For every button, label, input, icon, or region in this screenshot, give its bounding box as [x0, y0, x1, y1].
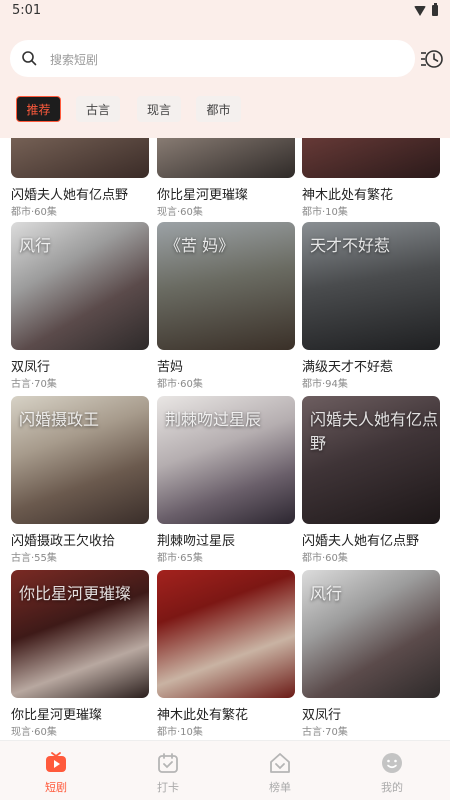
tab-recommend[interactable]: 推荐 — [16, 96, 61, 122]
drama-meta: 都市·60集 — [11, 207, 57, 218]
category-tabs: 推荐 古言 现言 都市 — [0, 96, 450, 126]
history-icon[interactable] — [420, 48, 444, 70]
drama-title: 荆棘吻过星辰 — [157, 534, 236, 549]
drama-meta: 都市·94集 — [302, 379, 348, 390]
header: 搜索短剧 推荐 古言 现言 都市 — [0, 24, 450, 138]
drama-meta: 古言·70集 — [11, 379, 57, 390]
drama-grid: 闪婚夫人她有亿点野 都市·60集 你比星河更璀璨 现言·60集 神木此处有繁花 … — [0, 138, 450, 740]
nav-label: 短剧 — [45, 781, 67, 794]
calendar-check-icon — [158, 753, 178, 773]
tab-ancient[interactable]: 古言 — [76, 96, 120, 122]
drama-meta: 现言·60集 — [157, 207, 203, 218]
nav-item-dramas[interactable]: 短剧 — [0, 741, 112, 800]
nav-label: 我的 — [381, 781, 403, 794]
drama-meta: 现言·60集 — [11, 727, 57, 738]
drama-title: 神木此处有繁花 — [157, 708, 249, 723]
status-time: 5:01 — [12, 3, 42, 18]
profile-face-icon — [382, 753, 402, 773]
drama-meta: 都市·10集 — [302, 207, 348, 218]
drama-cover[interactable] — [157, 138, 295, 178]
drama-cover[interactable] — [11, 138, 149, 178]
nav-item-ranking[interactable]: 榜单 — [224, 741, 336, 800]
ranking-house-icon — [270, 753, 290, 773]
battery-icon — [432, 3, 438, 16]
drama-cover[interactable]: 风行 — [302, 570, 440, 698]
bottom-nav: 短剧 打卡 榜单 我的 — [0, 740, 450, 800]
drama-title: 闪婚夫人她有亿点野 — [302, 534, 420, 549]
drama-meta: 古言·55集 — [11, 553, 57, 564]
drama-title: 你比星河更璀璨 — [157, 188, 249, 203]
status-bar: 5:01 — [0, 0, 450, 24]
drama-cover[interactable]: 荆棘吻过星辰 — [157, 396, 295, 524]
drama-title: 双凤行 — [11, 360, 51, 375]
drama-cover[interactable]: 《苦 妈》 — [157, 222, 295, 350]
drama-title: 满级天才不好惹 — [302, 360, 394, 375]
drama-meta: 都市·60集 — [302, 553, 348, 564]
search-icon — [22, 51, 37, 66]
drama-meta: 都市·60集 — [157, 379, 203, 390]
nav-label: 打卡 — [157, 781, 179, 794]
nav-label: 榜单 — [269, 781, 291, 794]
drama-title: 神木此处有繁花 — [302, 188, 394, 203]
drama-cover[interactable]: 天才不好惹 — [302, 222, 440, 350]
search-bar[interactable]: 搜索短剧 — [10, 40, 415, 77]
tab-urban[interactable]: 都市 — [196, 96, 241, 122]
search-input[interactable]: 搜索短剧 — [50, 51, 98, 68]
wifi-icon — [414, 5, 426, 16]
play-tv-icon — [46, 752, 66, 772]
drama-cover[interactable]: 闪婚夫人她有亿点野 — [302, 396, 440, 524]
drama-meta: 都市·10集 — [157, 727, 203, 738]
drama-meta: 古言·70集 — [302, 727, 348, 738]
drama-title: 你比星河更璀璨 — [11, 708, 103, 723]
drama-cover[interactable]: 风行 — [11, 222, 149, 350]
drama-title: 苦妈 — [157, 360, 184, 375]
drama-cover[interactable] — [157, 570, 295, 698]
drama-cover[interactable]: 你比星河更璀璨 — [11, 570, 149, 698]
nav-item-checkin[interactable]: 打卡 — [112, 741, 224, 800]
tab-modern[interactable]: 现言 — [137, 96, 181, 122]
drama-title: 双凤行 — [302, 708, 342, 723]
drama-meta: 都市·65集 — [157, 553, 203, 564]
drama-cover[interactable] — [302, 138, 440, 178]
drama-title: 闪婚摄政王欠收拾 — [11, 534, 116, 549]
status-icons — [414, 3, 438, 16]
drama-cover[interactable]: 闪婚摄政王 — [11, 396, 149, 524]
drama-title: 闪婚夫人她有亿点野 — [11, 188, 129, 203]
nav-item-profile[interactable]: 我的 — [336, 741, 448, 800]
